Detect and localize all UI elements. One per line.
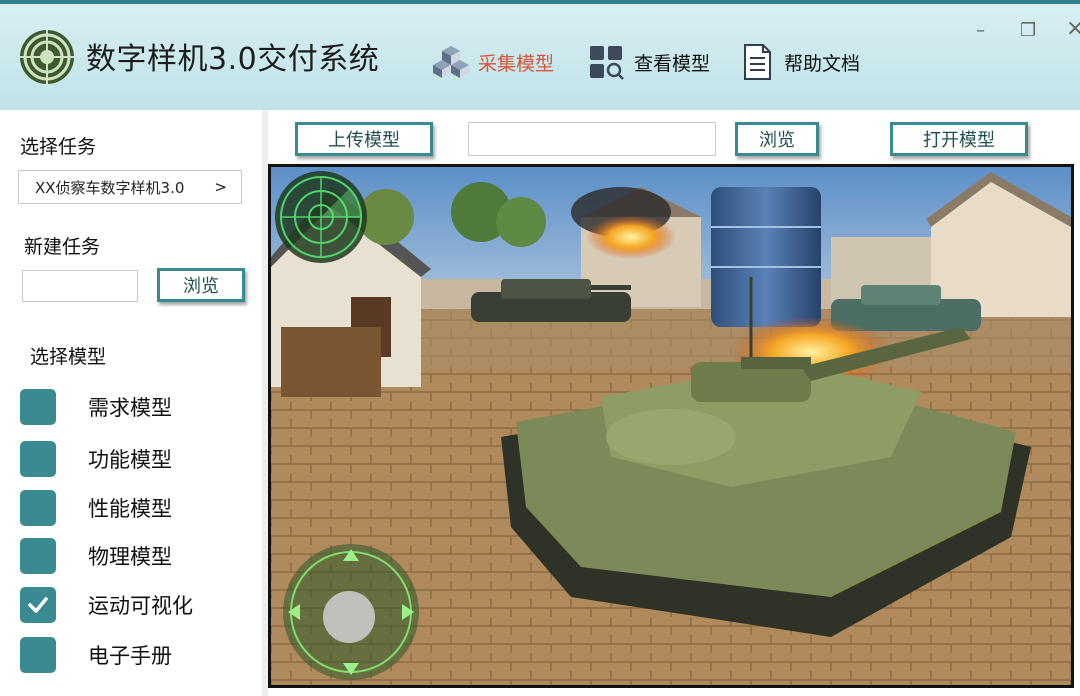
model-checkbox-e-manual[interactable]: 电子手册 bbox=[20, 637, 172, 673]
model-checkbox-motion-visualization[interactable]: 运动可视化 bbox=[20, 587, 193, 623]
checkbox[interactable] bbox=[20, 490, 56, 526]
document-icon bbox=[744, 44, 771, 80]
checkmark-icon bbox=[28, 597, 48, 613]
upload-model-button[interactable]: 上传模型 bbox=[295, 122, 433, 156]
nav-help-docs-label: 帮助文档 bbox=[784, 52, 861, 75]
model-checkbox-physical[interactable]: 物理模型 bbox=[20, 538, 172, 574]
radar-minimap-icon bbox=[275, 171, 367, 263]
cubes-icon bbox=[433, 46, 469, 78]
task-select-value: XX侦察车数字样机3.0 bbox=[35, 178, 185, 197]
tank-scene-image bbox=[271, 167, 1071, 685]
model-viewport[interactable] bbox=[268, 164, 1074, 688]
grid-search-icon bbox=[590, 46, 624, 80]
nav-help-docs[interactable]: 帮助文档 bbox=[738, 44, 860, 80]
select-task-label: 选择任务 bbox=[20, 136, 97, 158]
model-checkbox-function[interactable]: 功能模型 bbox=[20, 441, 172, 477]
model-path-input[interactable] bbox=[468, 122, 716, 156]
joystick-icon bbox=[283, 544, 419, 680]
radar-logo-icon bbox=[20, 30, 74, 84]
new-task-input[interactable] bbox=[22, 270, 138, 302]
model-label: 性能模型 bbox=[88, 497, 172, 521]
checkbox[interactable] bbox=[20, 637, 56, 673]
new-task-browse-button[interactable]: 浏览 bbox=[157, 268, 245, 302]
chevron-right-icon: > bbox=[214, 178, 227, 196]
checkbox-checked[interactable] bbox=[20, 587, 56, 623]
checkbox[interactable] bbox=[20, 441, 56, 477]
model-checkbox-performance[interactable]: 性能模型 bbox=[20, 490, 172, 526]
model-label: 物理模型 bbox=[88, 545, 172, 569]
model-checkbox-requirements[interactable]: 需求模型 bbox=[20, 389, 172, 425]
model-label: 电子手册 bbox=[88, 644, 172, 668]
app-header: 数字样机3.0交付系统 采集模型 查看模型 帮助文档 – ❐ × bbox=[0, 0, 1080, 110]
task-select[interactable]: XX侦察车数字样机3.0 > bbox=[18, 170, 242, 204]
browse-button[interactable]: 浏览 bbox=[735, 122, 819, 156]
model-label: 功能模型 bbox=[88, 448, 172, 472]
nav-view-model-label: 查看模型 bbox=[634, 52, 711, 75]
select-model-label: 选择模型 bbox=[30, 346, 107, 368]
minimize-button[interactable]: – bbox=[976, 20, 985, 41]
new-task-label: 新建任务 bbox=[24, 236, 101, 258]
model-label: 需求模型 bbox=[88, 396, 172, 420]
app-title: 数字样机3.0交付系统 bbox=[86, 42, 380, 77]
sidebar: 选择任务 XX侦察车数字样机3.0 > 新建任务 浏览 选择模型 需求模型 功能… bbox=[0, 110, 262, 696]
nav-view-model[interactable]: 查看模型 bbox=[588, 44, 710, 80]
nav-collect-model[interactable]: 采集模型 bbox=[432, 44, 554, 80]
close-button[interactable]: × bbox=[1066, 16, 1080, 41]
open-model-button[interactable]: 打开模型 bbox=[890, 122, 1028, 156]
nav-collect-model-label: 采集模型 bbox=[478, 52, 555, 75]
checkbox[interactable] bbox=[20, 389, 56, 425]
model-label: 运动可视化 bbox=[88, 594, 193, 618]
restore-button[interactable]: ❐ bbox=[1020, 20, 1036, 41]
checkbox[interactable] bbox=[20, 538, 56, 574]
